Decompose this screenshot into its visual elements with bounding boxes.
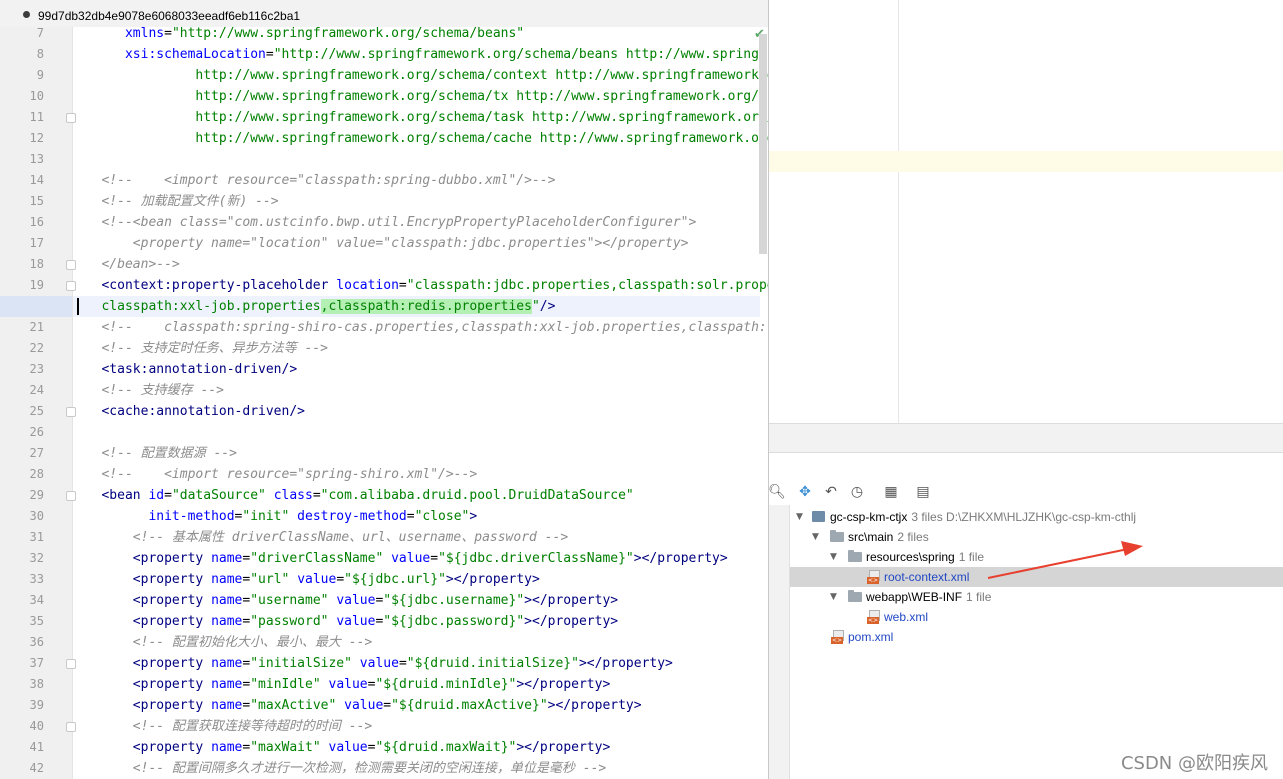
arrow-head xyxy=(1121,541,1143,556)
annotation-arrow xyxy=(987,541,1143,579)
arrow-shaft xyxy=(987,548,1129,579)
watermark: CSDN @欧阳疾风 xyxy=(1120,753,1268,774)
